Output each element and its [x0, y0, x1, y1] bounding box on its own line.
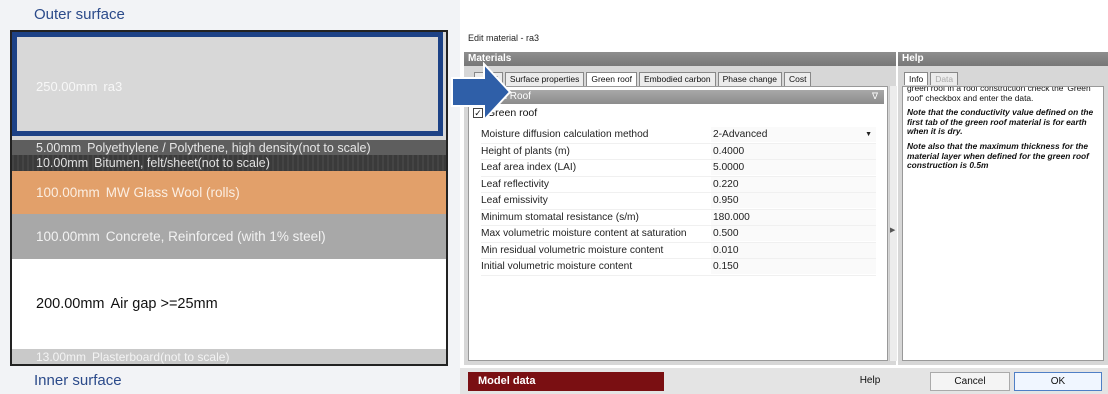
property-label: Initial volumetric moisture content: [481, 261, 633, 273]
layer-row[interactable]: 10.00mm Bitumen, felt/sheet(not to scale…: [12, 155, 446, 171]
cancel-button[interactable]: Cancel: [930, 372, 1010, 391]
property-value-field[interactable]: 0.500: [711, 226, 876, 242]
dialog-title: Edit material - ra3: [468, 33, 540, 43]
edit-material-dialog: Edit material - ra3 Materials neral Surf…: [460, 28, 1108, 394]
layer-name: Plasterboard(not to scale): [92, 349, 230, 364]
property-grid: Moisture diffusion calculation method 2-…: [481, 127, 876, 276]
layer-row[interactable]: 5.00mm Polyethylene / Polythene, high de…: [12, 140, 446, 155]
property-value-field[interactable]: 0.950: [711, 193, 876, 209]
dropdown-arrow-icon[interactable]: ▼: [865, 127, 876, 142]
tab-info[interactable]: Info: [904, 72, 929, 85]
property-label: Leaf emissivity: [481, 195, 548, 207]
scroll-arrow-icon[interactable]: ▶: [890, 226, 895, 234]
property-value-field[interactable]: 0.220: [711, 176, 876, 192]
layer-thickness: 5.00mm: [36, 140, 82, 155]
layer-thickness: 100.00mm: [36, 185, 100, 200]
property-value-field[interactable]: 0.4000: [711, 143, 876, 159]
layer-row[interactable]: 250.00mm ra3: [12, 32, 446, 140]
tab-data[interactable]: Data: [930, 72, 959, 85]
property-row: Minimum stomatal resistance (s/m) 180.00…: [481, 209, 876, 226]
tab-phase-change[interactable]: Phase change: [717, 72, 782, 86]
property-row: Height of plants (m) 0.4000: [481, 143, 876, 160]
outer-surface-label: Outer surface: [34, 6, 125, 23]
green-roof-section-header[interactable]: reen Roof ∇: [471, 90, 884, 104]
tab-surface-properties[interactable]: Surface properties: [504, 72, 585, 86]
layer-row[interactable]: 100.00mm Concrete, Reinforced (with 1% s…: [12, 214, 446, 259]
property-row: Leaf reflectivity 0.220: [481, 176, 876, 193]
layer-name: ra3: [103, 78, 123, 94]
construction-view: Outer surface 250.00mm ra3 5.00mm Polyet…: [0, 0, 460, 394]
green-roof-checkbox-label: Green roof: [487, 107, 538, 119]
layer-name: Air gap >=25mm: [110, 296, 218, 312]
dropdown-value: 2-Advanced: [713, 129, 768, 141]
property-value-field[interactable]: 0.150: [711, 259, 876, 275]
model-data-label[interactable]: Model data: [468, 372, 664, 391]
property-label: Leaf reflectivity: [481, 178, 549, 190]
tab-embodied-carbon[interactable]: Embodied carbon: [639, 72, 716, 86]
property-row: Leaf area index (LAI) 5.0000: [481, 160, 876, 177]
property-label: Max volumetric moisture content at satur…: [481, 228, 687, 240]
tab-general[interactable]: neral: [474, 72, 503, 86]
property-row: Max volumetric moisture content at satur…: [481, 226, 876, 243]
section-title: reen Roof: [487, 91, 531, 102]
inner-surface-label: Inner surface: [34, 372, 122, 389]
tab-cost[interactable]: Cost: [784, 72, 812, 86]
dialog-footer: Model data Help Cancel OK: [460, 368, 1108, 394]
layer-thickness: 13.00mm: [36, 349, 87, 364]
property-row: Moisture diffusion calculation method 2-…: [481, 127, 876, 144]
materials-header: Materials: [464, 52, 896, 66]
layer-name: MW Glass Wool (rolls): [105, 185, 240, 200]
property-row: Leaf emissivity 0.950: [481, 193, 876, 210]
property-row: Min residual volumetric moisture content…: [481, 242, 876, 259]
layer-row[interactable]: 200.00mm Air gap >=25mm: [12, 259, 446, 349]
property-label: Height of plants (m): [481, 145, 570, 157]
moisture-method-dropdown[interactable]: 2-Advanced ▼: [711, 127, 876, 143]
property-label: Moisture diffusion calculation method: [481, 129, 649, 141]
help-header: Help: [898, 52, 1108, 66]
property-label: Leaf area index (LAI): [481, 162, 577, 174]
layer-row[interactable]: 13.00mm Plasterboard(not to scale): [12, 349, 446, 364]
collapse-icon: ∇: [871, 91, 878, 101]
help-button[interactable]: Help: [844, 372, 896, 391]
property-label: Minimum stomatal resistance (s/m): [481, 211, 639, 223]
help-note: Note that the conductivity value defined…: [907, 107, 1094, 137]
layer-thickness: 10.00mm: [36, 156, 89, 170]
tab-green-roof[interactable]: Green roof: [586, 72, 637, 86]
layer-thickness: 100.00mm: [36, 229, 100, 244]
ok-button[interactable]: OK: [1014, 372, 1102, 391]
material-tabs: neral Surface properties Green roof Embo…: [474, 72, 812, 86]
help-paragraph: green roof in a roof construction check …: [907, 86, 1091, 103]
help-note: Note also that the maximum thickness for…: [907, 140, 1089, 171]
layer-row[interactable]: 100.00mm MW Glass Wool (rolls): [12, 171, 446, 214]
property-value-field[interactable]: 180.000: [711, 209, 876, 225]
layer-name: Polyethylene / Polythene, high density(n…: [87, 140, 371, 155]
layer-thickness: 200.00mm: [36, 296, 105, 312]
help-tabs: Info Data: [904, 72, 959, 85]
layer-thickness: 250.00mm: [36, 78, 98, 94]
materials-panel: Materials neral Surface properties Green…: [464, 52, 897, 365]
help-panel: Help Info Data green roof in a roof cons…: [898, 52, 1108, 365]
help-text-box: green roof in a roof construction check …: [902, 86, 1104, 361]
layer-name: Concrete, Reinforced (with 1% steel): [105, 229, 326, 244]
layer-stack: 250.00mm ra3 5.00mm Polyethylene / Polyt…: [10, 30, 448, 366]
green-roof-checkbox-row[interactable]: ✓ Green roof: [473, 107, 537, 119]
layer-name: Bitumen, felt/sheet(not to scale): [94, 156, 270, 170]
green-roof-checkbox[interactable]: ✓: [473, 108, 483, 118]
property-row: Initial volumetric moisture content 0.15…: [481, 259, 876, 276]
property-label: Min residual volumetric moisture content: [481, 244, 664, 256]
vertical-scrollbar[interactable]: ▶: [889, 86, 897, 361]
green-roof-tab-content: reen Roof ∇ ✓ Green roof Moisture diffus…: [468, 86, 888, 361]
property-value-field[interactable]: 0.010: [711, 242, 876, 258]
property-value-field[interactable]: 5.0000: [711, 160, 876, 176]
